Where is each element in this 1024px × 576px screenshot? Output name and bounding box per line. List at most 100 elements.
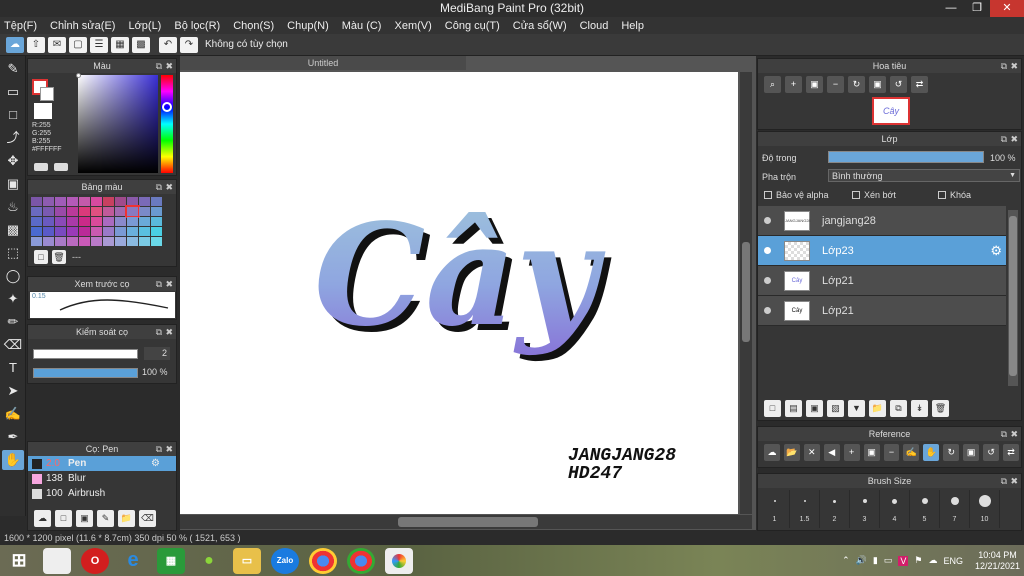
- flag-icon[interactable]: ⚑: [914, 555, 922, 566]
- eyedropper-tool-icon[interactable]: ✍: [2, 404, 24, 424]
- navigator-thumbnail[interactable]: Cây: [872, 97, 910, 125]
- maximize-button[interactable]: ❐: [964, 0, 990, 17]
- eraser-tool-icon[interactable]: ▭: [2, 82, 24, 102]
- vertical-scroll-thumb[interactable]: [742, 242, 750, 342]
- palette-swatch[interactable]: [79, 217, 90, 226]
- brush-size-cell[interactable]: 10: [970, 490, 1000, 528]
- palette-swatch[interactable]: [79, 237, 90, 246]
- palette-swatch[interactable]: [139, 207, 150, 216]
- brush-item-blur[interactable]: 138 Blur: [28, 471, 176, 486]
- close-panel-icon[interactable]: ✖: [165, 59, 173, 73]
- palette-swatch[interactable]: [67, 207, 78, 216]
- palette-swatch[interactable]: [91, 207, 102, 216]
- palette-swatch[interactable]: [55, 207, 66, 216]
- layer-list-scrollbar[interactable]: [1008, 210, 1018, 386]
- background-color[interactable]: [40, 87, 54, 101]
- menu-filter[interactable]: Bộ lọc(R): [174, 20, 220, 32]
- new-layer-1bit-icon[interactable]: ▧: [827, 400, 844, 417]
- palette-swatch[interactable]: [67, 237, 78, 246]
- close-panel-icon[interactable]: ✖: [165, 325, 173, 339]
- menu-cloud[interactable]: Cloud: [580, 20, 609, 32]
- hue-slider-handle[interactable]: [162, 102, 172, 112]
- palette-swatch[interactable]: [55, 197, 66, 206]
- sv-picker-handle[interactable]: [76, 73, 81, 78]
- palette-swatch[interactable]: [55, 227, 66, 236]
- brush-edit-icon[interactable]: ✎: [97, 510, 114, 527]
- palette-swatch[interactable]: [79, 197, 90, 206]
- menu-snap[interactable]: Chụp(N): [287, 20, 329, 32]
- flip-icon[interactable]: ⇄: [911, 76, 928, 93]
- brush-tool-icon[interactable]: ✎: [2, 59, 24, 79]
- palette-swatch[interactable]: [91, 197, 102, 206]
- delete-layer-icon[interactable]: 🗑: [932, 400, 949, 417]
- palette-swatch[interactable]: [43, 227, 54, 236]
- palette-swatch[interactable]: [67, 227, 78, 236]
- ie-icon[interactable]: e: [119, 548, 147, 574]
- ref-eyedropper-icon[interactable]: ✍: [903, 444, 920, 461]
- brush-size-cell[interactable]: 2: [820, 490, 850, 528]
- visibility-icon[interactable]: [764, 247, 771, 254]
- palette-swatch[interactable]: [139, 217, 150, 226]
- brush-copy-icon[interactable]: ▣: [76, 510, 93, 527]
- palette-swatch[interactable]: [67, 217, 78, 226]
- palette-swatch[interactable]: [103, 237, 114, 246]
- hue-slider[interactable]: [161, 75, 173, 173]
- ref-hand-icon[interactable]: ✋: [923, 444, 940, 461]
- palette-swatch[interactable]: [43, 217, 54, 226]
- magic-wand-tool-icon[interactable]: ✦: [2, 289, 24, 309]
- rect-fill-tool-icon[interactable]: ▣: [2, 174, 24, 194]
- palette-swatch[interactable]: [91, 227, 102, 236]
- brush-opacity-slider[interactable]: [33, 368, 138, 378]
- brush-size-cell[interactable]: 1: [760, 490, 790, 528]
- transparent-color[interactable]: [34, 103, 52, 119]
- new-halftone-layer-icon[interactable]: ▤: [785, 400, 802, 417]
- ref-cloud-icon[interactable]: ☁: [764, 444, 780, 461]
- brush-size-cell[interactable]: 5: [910, 490, 940, 528]
- horizontal-scrollbar[interactable]: [180, 515, 752, 529]
- zoom-fit-icon[interactable]: ⌕: [764, 76, 781, 93]
- battery-icon[interactable]: ▭: [884, 555, 893, 566]
- close-panel-icon[interactable]: ✖: [165, 442, 173, 456]
- document-tab[interactable]: Untitled: [180, 56, 466, 70]
- palette-swatch[interactable]: [127, 227, 138, 236]
- palette-swatch[interactable]: [115, 197, 126, 206]
- undock-icon[interactable]: ⧉: [1001, 59, 1007, 73]
- menu-window[interactable]: Cửa sổ(W): [513, 20, 567, 32]
- layer-opacity-slider[interactable]: [828, 151, 984, 163]
- hand-tool-icon[interactable]: ✋: [2, 450, 24, 470]
- undock-icon[interactable]: ⧉: [156, 180, 162, 194]
- add-layer-menu-icon[interactable]: ▼: [848, 400, 865, 417]
- layer-row[interactable]: Cây Lớp21: [758, 296, 1006, 326]
- palette-swatch[interactable]: [103, 197, 114, 206]
- tray-chevron-icon[interactable]: ⌃: [842, 555, 850, 566]
- layer-row[interactable]: JANGJANG28 jangjang28: [758, 206, 1006, 236]
- ref-zoom-out-icon[interactable]: −: [883, 444, 900, 461]
- windows-start-icon[interactable]: ⊞: [5, 548, 33, 574]
- undock-icon[interactable]: ⧉: [156, 59, 162, 73]
- brush-size-cell[interactable]: 1.5: [790, 490, 820, 528]
- palette-swatch[interactable]: [91, 237, 102, 246]
- input-language[interactable]: ENG: [943, 556, 963, 566]
- lasso-tool-icon[interactable]: ◯: [2, 266, 24, 286]
- brush-delete-icon[interactable]: ⌫: [139, 510, 156, 527]
- palette-swatch[interactable]: [43, 207, 54, 216]
- brush-size-cell[interactable]: 3: [850, 490, 880, 528]
- lock-option[interactable]: Khóa: [938, 190, 971, 200]
- layer-scroll-thumb[interactable]: [1009, 216, 1017, 376]
- move-tool-icon[interactable]: ✥: [2, 151, 24, 171]
- dot-tool-icon[interactable]: □: [2, 105, 24, 125]
- file-icon[interactable]: [43, 547, 71, 574]
- ref-flip-icon[interactable]: ⇄: [1003, 444, 1019, 461]
- ref-rotate-left-icon[interactable]: ↺: [983, 444, 1000, 461]
- palette-swatch[interactable]: [115, 207, 126, 216]
- menu-view[interactable]: Xem(V): [394, 20, 431, 32]
- layer-row[interactable]: Lớp23 ⚙: [758, 236, 1006, 266]
- menu-layer[interactable]: Lớp(L): [128, 20, 161, 32]
- ref-open-icon[interactable]: 📂: [783, 444, 800, 461]
- layer-folder-icon[interactable]: 📁: [869, 400, 886, 417]
- layer-row[interactable]: Cây Lớp21: [758, 266, 1006, 296]
- ref-prev-icon[interactable]: ◀: [823, 444, 840, 461]
- menu-help[interactable]: Help: [621, 20, 644, 32]
- palette-swatch[interactable]: [127, 217, 138, 226]
- bucket-tool-icon[interactable]: ♨: [2, 197, 24, 217]
